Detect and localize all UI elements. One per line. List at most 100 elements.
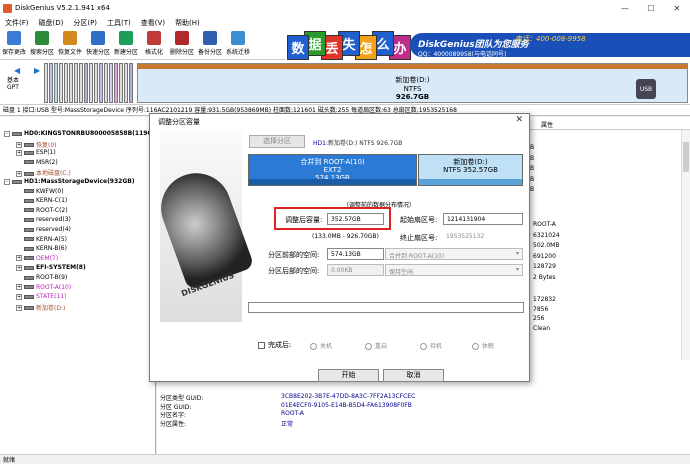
- partition-segment[interactable]: [89, 63, 93, 103]
- expand-icon[interactable]: +: [16, 255, 22, 262]
- tree-item[interactable]: ROOT-B(9): [16, 274, 67, 281]
- expand-icon[interactable]: +: [16, 305, 22, 312]
- menu-help[interactable]: 帮助(H): [170, 18, 205, 28]
- toolbar-button[interactable]: 备份分区: [196, 29, 224, 60]
- radio-shutdown[interactable]: 关机: [310, 341, 332, 350]
- checkbox-box[interactable]: [258, 341, 265, 349]
- radio-dot[interactable]: [310, 343, 317, 350]
- partition-segment[interactable]: [59, 63, 63, 103]
- partition-segment[interactable]: [109, 63, 113, 103]
- space-after-select[interactable]: 保持空闲: [385, 264, 523, 276]
- partition-segment[interactable]: [119, 63, 123, 103]
- detail-value: 正常: [281, 420, 294, 428]
- menu-disk[interactable]: 磁盘(D): [34, 18, 69, 28]
- scroll-thumb[interactable]: [683, 142, 689, 172]
- partition-segment[interactable]: [44, 63, 48, 103]
- partition-segment[interactable]: [69, 63, 73, 103]
- expand-icon[interactable]: -: [4, 130, 10, 137]
- expand-icon[interactable]: +: [16, 264, 22, 271]
- expand-icon[interactable]: +: [16, 170, 22, 177]
- tree-item[interactable]: reserved(3): [16, 216, 71, 223]
- radio-standby[interactable]: 待机: [420, 341, 442, 350]
- promo-banner[interactable]: 办么怎失丢据数 DiskGenius团队为您服务 电话：400-008-9958…: [285, 29, 690, 60]
- cancel-button[interactable]: 取消: [383, 369, 444, 382]
- partition-block-d[interactable]: 新加卷(D:) NTFS 926.7GB: [137, 63, 688, 103]
- tree-item-label: reserved(3): [36, 216, 71, 224]
- partition-segment[interactable]: [79, 63, 83, 103]
- tree-item[interactable]: - HD0:KINGSTONRBU800005858B(119GB): [4, 130, 160, 137]
- toolbar-button[interactable]: 系统迁移: [224, 29, 252, 60]
- radio-dot[interactable]: [420, 343, 427, 350]
- menu-tools[interactable]: 工具(T): [102, 18, 136, 28]
- hard-disk-graphic: [151, 163, 255, 291]
- radio-restart[interactable]: 重启: [365, 341, 387, 350]
- partition-segment[interactable]: [94, 63, 98, 103]
- tree-item[interactable]: ROOT-C(2): [16, 207, 68, 214]
- toolbar-button[interactable]: 恢复文件: [56, 29, 84, 60]
- partition-segment[interactable]: [49, 63, 53, 103]
- toolbar-button[interactable]: 删除分区: [168, 29, 196, 60]
- minimize-icon[interactable]: —: [612, 0, 638, 16]
- select-partition-button[interactable]: 选择分区: [249, 135, 305, 148]
- partition-segment[interactable]: [54, 63, 58, 103]
- prev-disk-icon[interactable]: ◀: [14, 66, 20, 75]
- tree-item[interactable]: KERN-C(1): [16, 197, 67, 204]
- space-before-input[interactable]: 574.13GB: [327, 248, 384, 260]
- radio-dot[interactable]: [472, 343, 479, 350]
- tree-item[interactable]: KERN-B(6): [16, 245, 67, 252]
- tree-item[interactable]: + 新加卷(D:): [16, 303, 65, 312]
- tree-item[interactable]: + OEM(7): [16, 255, 58, 262]
- tree-item[interactable]: + ESP(1): [16, 149, 56, 156]
- expand-icon[interactable]: -: [4, 178, 10, 185]
- tree-item[interactable]: + EFI-SYSTEM(8): [16, 264, 86, 271]
- menu-view[interactable]: 查看(V): [136, 18, 170, 28]
- done-checkbox[interactable]: 完成后:: [258, 340, 291, 350]
- toolbar-button[interactable]: 新建分区: [112, 29, 140, 60]
- maximize-icon[interactable]: ☐: [638, 0, 664, 16]
- tree-item[interactable]: + 恢复(0): [16, 140, 57, 149]
- toolbar-button[interactable]: 快速分区: [84, 29, 112, 60]
- disk-tree: - HD0:KINGSTONRBU800005858B(119GB) + 恢复(0) +…: [0, 117, 160, 454]
- radio-hibernate[interactable]: 休眠: [472, 341, 494, 350]
- tree-item[interactable]: + STATE(11): [16, 293, 66, 300]
- partition-segment[interactable]: [64, 63, 68, 103]
- toolbar-button[interactable]: 格式化: [140, 29, 168, 60]
- start-button[interactable]: 开始: [318, 369, 379, 382]
- menu-file[interactable]: 文件(F): [0, 18, 34, 28]
- tree-item[interactable]: KWFW(0): [16, 188, 64, 195]
- partition-segment[interactable]: [124, 63, 128, 103]
- radio-shutdown-label: 关机: [320, 343, 333, 350]
- partition-segment[interactable]: [84, 63, 88, 103]
- next-disk-icon[interactable]: ▶: [34, 66, 40, 75]
- partition-segment[interactable]: [74, 63, 78, 103]
- partition-b-block[interactable]: 新加卷(D:) NTFS 352.57GB: [418, 154, 523, 186]
- radio-dot[interactable]: [365, 343, 372, 350]
- space-before-select[interactable]: 合并到 ROOT-A(10): [385, 248, 523, 260]
- partition-segment[interactable]: [104, 63, 108, 103]
- expand-icon[interactable]: +: [16, 284, 22, 291]
- tree-item[interactable]: MSR(2): [16, 159, 58, 166]
- start-sector-input[interactable]: 1214131904: [443, 213, 523, 225]
- expand-icon[interactable]: +: [16, 142, 22, 149]
- size-input[interactable]: 352.57GB: [327, 213, 384, 225]
- partition-segment[interactable]: [129, 63, 133, 103]
- toolbar-button[interactable]: 保存更改: [0, 29, 28, 60]
- toolbar-button[interactable]: 搜索分区: [28, 29, 56, 60]
- menu-bar: 文件(F) 磁盘(D) 分区(P) 工具(T) 查看(V) 帮助(H): [0, 16, 690, 29]
- dialog-close-icon[interactable]: ✕: [515, 115, 523, 125]
- tree-item[interactable]: KERN-A(5): [16, 236, 67, 243]
- expand-icon[interactable]: +: [16, 293, 22, 300]
- partition-segment[interactable]: [99, 63, 103, 103]
- space-after-input[interactable]: 0.00KB: [327, 264, 384, 276]
- detail-value: 6321024: [533, 231, 560, 239]
- tree-item[interactable]: reserved(4): [16, 226, 71, 233]
- tree-item[interactable]: - HD1:MassStorageDevice(932GB): [4, 178, 135, 185]
- detail-scrollbar[interactable]: [681, 130, 690, 360]
- partition-segment[interactable]: [114, 63, 118, 103]
- partition-a-block[interactable]: 合并到 ROOT-A(10) EXT2 574.13GB: [248, 154, 417, 186]
- expand-icon[interactable]: +: [16, 149, 22, 156]
- close-icon[interactable]: ✕: [664, 0, 690, 16]
- menu-partition[interactable]: 分区(P): [68, 18, 102, 28]
- tree-item[interactable]: + ROOT-A(10): [16, 284, 71, 291]
- tree-item[interactable]: + 本地磁盘(C:): [16, 168, 71, 177]
